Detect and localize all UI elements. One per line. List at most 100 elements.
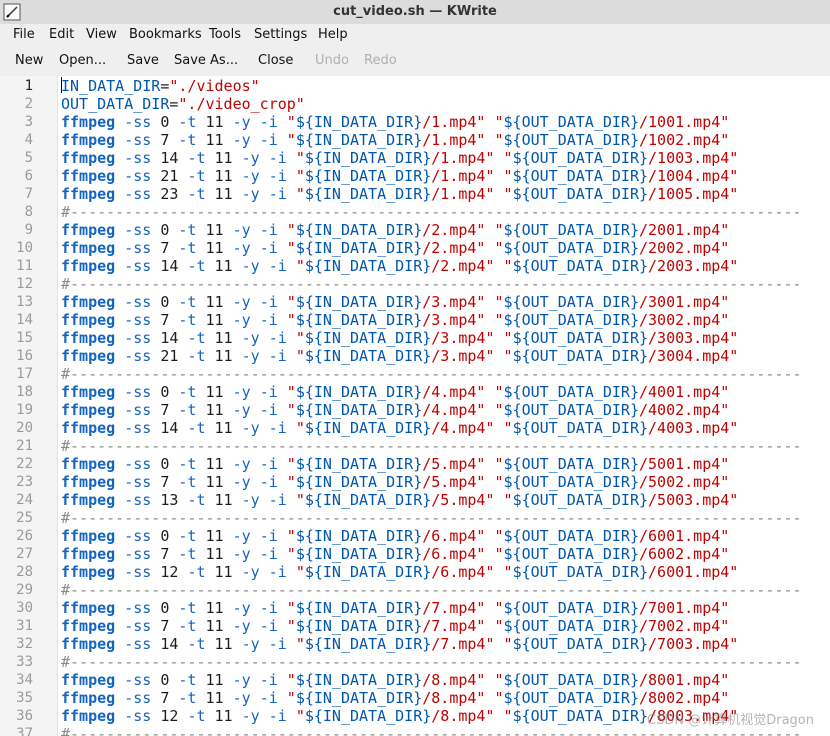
code-line[interactable]: 15 ffmpeg -ss 14 -t 11 -y -i "${IN_DATA_D…: [0, 329, 830, 347]
code-line[interactable]: 32 ffmpeg -ss 14 -t 11 -y -i "${IN_DATA_D…: [0, 635, 830, 653]
code-text[interactable]: #---------------------------------------…: [61, 581, 802, 599]
code-line[interactable]: 12 #-------------------------------------…: [0, 275, 830, 293]
code-line[interactable]: 18 ffmpeg -ss 0 -t 11 -y -i "${IN_DATA_DI…: [0, 383, 830, 401]
code-line[interactable]: 24 ffmpeg -ss 13 -t 11 -y -i "${IN_DATA_D…: [0, 491, 830, 509]
code-text[interactable]: ffmpeg -ss 7 -t 11 -y -i "${IN_DATA_DIR}…: [61, 689, 729, 707]
undo-button[interactable]: Undo: [315, 46, 349, 76]
code-text[interactable]: ffmpeg -ss 7 -t 11 -y -i "${IN_DATA_DIR}…: [61, 545, 729, 563]
code-line[interactable]: 7 ffmpeg -ss 23 -t 11 -y -i "${IN_DATA_DI…: [0, 185, 830, 203]
code-line[interactable]: 10 ffmpeg -ss 7 -t 11 -y -i "${IN_DATA_DI…: [0, 239, 830, 257]
save-as-button[interactable]: Save As...: [174, 46, 238, 76]
code-text[interactable]: ffmpeg -ss 0 -t 11 -y -i "${IN_DATA_DIR}…: [61, 527, 729, 545]
code-line[interactable]: 26 ffmpeg -ss 0 -t 11 -y -i "${IN_DATA_DI…: [0, 527, 830, 545]
code-line[interactable]: 14 ffmpeg -ss 7 -t 11 -y -i "${IN_DATA_DI…: [0, 311, 830, 329]
code-text[interactable]: ffmpeg -ss 0 -t 11 -y -i "${IN_DATA_DIR}…: [61, 599, 729, 617]
line-number: 3: [24, 114, 33, 130]
code-line[interactable]: 33 #-------------------------------------…: [0, 653, 830, 671]
open-button[interactable]: Open...: [59, 46, 106, 76]
code-line[interactable]: 29 #-------------------------------------…: [0, 581, 830, 599]
code-line[interactable]: 20 ffmpeg -ss 14 -t 11 -y -i "${IN_DATA_D…: [0, 419, 830, 437]
code-text[interactable]: #---------------------------------------…: [61, 437, 802, 455]
menu-help[interactable]: Help: [318, 24, 348, 46]
code-text[interactable]: #---------------------------------------…: [61, 203, 802, 221]
code-line[interactable]: 31 ffmpeg -ss 7 -t 11 -y -i "${IN_DATA_DI…: [0, 617, 830, 635]
code-text[interactable]: ffmpeg -ss 14 -t 11 -y -i "${IN_DATA_DIR…: [61, 635, 738, 653]
code-text[interactable]: ffmpeg -ss 0 -t 11 -y -i "${IN_DATA_DIR}…: [61, 455, 729, 473]
code-text[interactable]: ffmpeg -ss 14 -t 11 -y -i "${IN_DATA_DIR…: [61, 329, 738, 347]
code-text[interactable]: ffmpeg -ss 0 -t 11 -y -i "${IN_DATA_DIR}…: [61, 671, 729, 689]
code-line[interactable]: 35 ffmpeg -ss 7 -t 11 -y -i "${IN_DATA_DI…: [0, 689, 830, 707]
menu-edit[interactable]: Edit: [49, 24, 74, 46]
line-number: 30: [16, 600, 33, 616]
close-button[interactable]: Close: [258, 46, 293, 76]
code-line[interactable]: 5 ffmpeg -ss 14 -t 11 -y -i "${IN_DATA_DI…: [0, 149, 830, 167]
redo-button[interactable]: Redo: [364, 46, 397, 76]
code-text[interactable]: #---------------------------------------…: [61, 275, 802, 293]
line-number: 10: [16, 240, 33, 256]
code-text[interactable]: ffmpeg -ss 0 -t 11 -y -i "${IN_DATA_DIR}…: [61, 383, 729, 401]
code-text[interactable]: IN_DATA_DIR="./videos": [61, 77, 260, 95]
code-line[interactable]: 22 ffmpeg -ss 0 -t 11 -y -i "${IN_DATA_DI…: [0, 455, 830, 473]
code-text[interactable]: ffmpeg -ss 14 -t 11 -y -i "${IN_DATA_DIR…: [61, 257, 738, 275]
code-line[interactable]: 34 ffmpeg -ss 0 -t 11 -y -i "${IN_DATA_DI…: [0, 671, 830, 689]
code-text[interactable]: ffmpeg -ss 21 -t 11 -y -i "${IN_DATA_DIR…: [61, 347, 738, 365]
code-line[interactable]: 16 ffmpeg -ss 21 -t 11 -y -i "${IN_DATA_D…: [0, 347, 830, 365]
line-number: 19: [16, 402, 33, 418]
code-line[interactable]: 3 ffmpeg -ss 0 -t 11 -y -i "${IN_DATA_DIR…: [0, 113, 830, 131]
code-text[interactable]: ffmpeg -ss 14 -t 11 -y -i "${IN_DATA_DIR…: [61, 419, 738, 437]
code-text[interactable]: #---------------------------------------…: [61, 509, 802, 527]
code-text[interactable]: ffmpeg -ss 0 -t 11 -y -i "${IN_DATA_DIR}…: [61, 293, 729, 311]
menu-settings[interactable]: Settings: [254, 24, 307, 46]
code-text[interactable]: ffmpeg -ss 7 -t 11 -y -i "${IN_DATA_DIR}…: [61, 239, 729, 257]
line-number: 12: [16, 276, 33, 292]
code-line[interactable]: 21 #-------------------------------------…: [0, 437, 830, 455]
code-text[interactable]: ffmpeg -ss 7 -t 11 -y -i "${IN_DATA_DIR}…: [61, 311, 729, 329]
new-button[interactable]: New: [15, 46, 43, 76]
window-title: cut_video.sh — KWrite: [333, 4, 497, 19]
code-line[interactable]: 9 ffmpeg -ss 0 -t 11 -y -i "${IN_DATA_DIR…: [0, 221, 830, 239]
text-editor[interactable]: 1 IN_DATA_DIR="./videos" 2 OUT_DATA_DIR="./…: [0, 76, 830, 736]
code-text[interactable]: ffmpeg -ss 7 -t 11 -y -i "${IN_DATA_DIR}…: [61, 131, 729, 149]
code-line[interactable]: 25 #-------------------------------------…: [0, 509, 830, 527]
code-text[interactable]: ffmpeg -ss 0 -t 11 -y -i "${IN_DATA_DIR}…: [61, 221, 729, 239]
code-text[interactable]: ffmpeg -ss 14 -t 11 -y -i "${IN_DATA_DIR…: [61, 149, 738, 167]
code-line[interactable]: 17 #-------------------------------------…: [0, 365, 830, 383]
code-text[interactable]: ffmpeg -ss 12 -t 11 -y -i "${IN_DATA_DIR…: [61, 707, 738, 725]
code-line[interactable]: 6 ffmpeg -ss 21 -t 11 -y -i "${IN_DATA_DI…: [0, 167, 830, 185]
code-text[interactable]: ffmpeg -ss 23 -t 11 -y -i "${IN_DATA_DIR…: [61, 185, 738, 203]
code-line[interactable]: 13 ffmpeg -ss 0 -t 11 -y -i "${IN_DATA_DI…: [0, 293, 830, 311]
code-line[interactable]: 4 ffmpeg -ss 7 -t 11 -y -i "${IN_DATA_DIR…: [0, 131, 830, 149]
code-text[interactable]: ffmpeg -ss 12 -t 11 -y -i "${IN_DATA_DIR…: [61, 563, 738, 581]
code-text[interactable]: #---------------------------------------…: [61, 653, 802, 671]
code-line[interactable]: 28 ffmpeg -ss 12 -t 11 -y -i "${IN_DATA_D…: [0, 563, 830, 581]
code-line[interactable]: 1 IN_DATA_DIR="./videos": [0, 77, 830, 95]
line-number: 20: [16, 420, 33, 436]
code-text[interactable]: ffmpeg -ss 7 -t 11 -y -i "${IN_DATA_DIR}…: [61, 473, 729, 491]
code-text[interactable]: ffmpeg -ss 21 -t 11 -y -i "${IN_DATA_DIR…: [61, 167, 738, 185]
code-text[interactable]: ffmpeg -ss 13 -t 11 -y -i "${IN_DATA_DIR…: [61, 491, 738, 509]
code-line[interactable]: 2 OUT_DATA_DIR="./video_crop": [0, 95, 830, 113]
menu-view[interactable]: View: [86, 24, 117, 46]
code-text[interactable]: ffmpeg -ss 7 -t 11 -y -i "${IN_DATA_DIR}…: [61, 617, 729, 635]
code-line[interactable]: 8 #--------------------------------------…: [0, 203, 830, 221]
menu-file[interactable]: File: [13, 24, 35, 46]
menu-bookmarks[interactable]: Bookmarks: [129, 24, 202, 46]
code-text[interactable]: OUT_DATA_DIR="./video_crop": [61, 95, 305, 113]
menu-tools[interactable]: Tools: [209, 24, 241, 46]
line-number: 29: [16, 582, 33, 598]
code-line[interactable]: 30 ffmpeg -ss 0 -t 11 -y -i "${IN_DATA_DI…: [0, 599, 830, 617]
line-number: 26: [16, 528, 33, 544]
line-number: 31: [16, 618, 33, 634]
toolbar: New Open... Save Save As... Close Undo R…: [0, 46, 830, 77]
line-number: 25: [16, 510, 33, 526]
save-button[interactable]: Save: [127, 46, 159, 76]
code-line[interactable]: 11 ffmpeg -ss 14 -t 11 -y -i "${IN_DATA_D…: [0, 257, 830, 275]
code-text[interactable]: ffmpeg -ss 7 -t 11 -y -i "${IN_DATA_DIR}…: [61, 401, 729, 419]
code-line[interactable]: 19 ffmpeg -ss 7 -t 11 -y -i "${IN_DATA_DI…: [0, 401, 830, 419]
code-line[interactable]: 23 ffmpeg -ss 7 -t 11 -y -i "${IN_DATA_DI…: [0, 473, 830, 491]
code-text[interactable]: ffmpeg -ss 0 -t 11 -y -i "${IN_DATA_DIR}…: [61, 113, 729, 131]
line-number: 22: [16, 456, 33, 472]
line-number: 23: [16, 474, 33, 490]
code-line[interactable]: 27 ffmpeg -ss 7 -t 11 -y -i "${IN_DATA_DI…: [0, 545, 830, 563]
code-text[interactable]: #---------------------------------------…: [61, 365, 802, 383]
